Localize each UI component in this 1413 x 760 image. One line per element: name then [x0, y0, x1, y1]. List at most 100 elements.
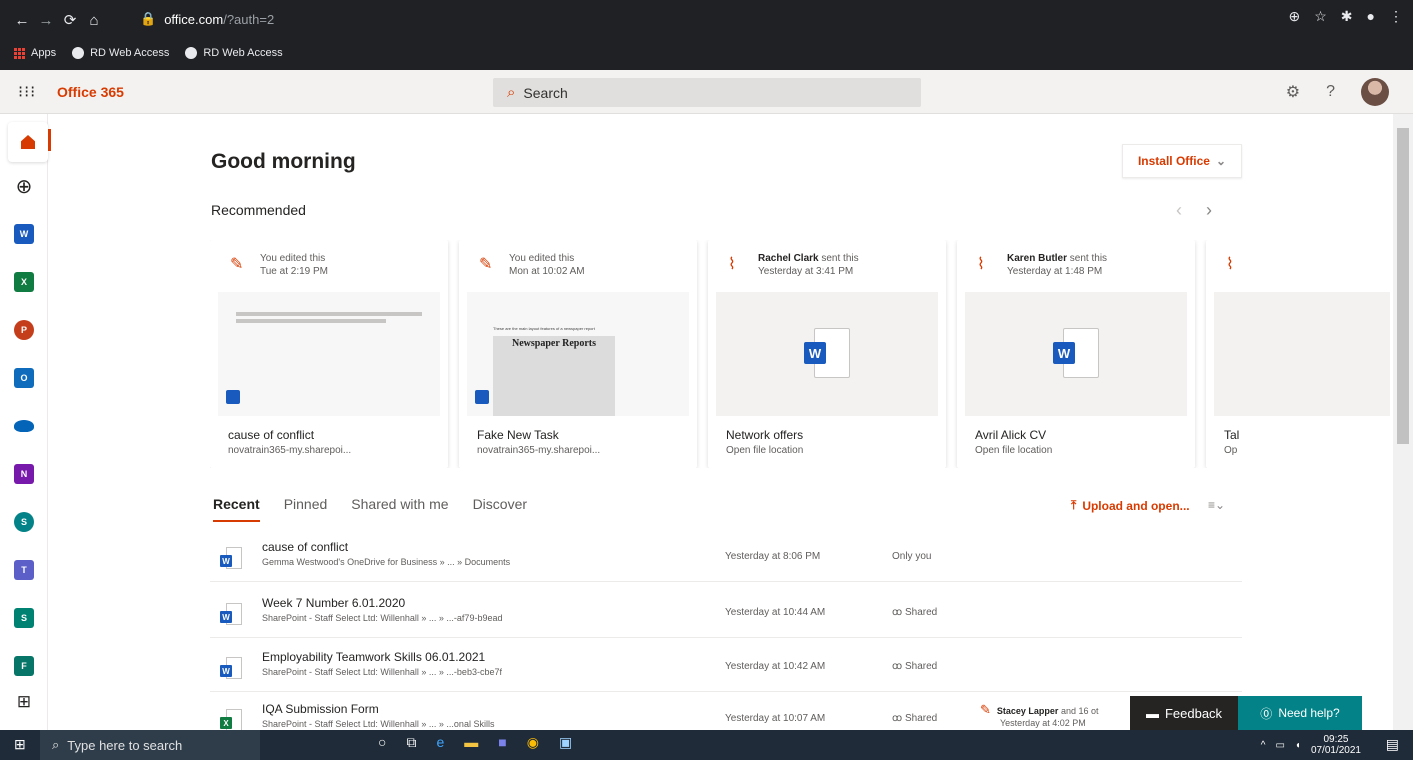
feedback-button[interactable]: ▬ Feedback	[1130, 696, 1238, 730]
card-actor: Karen Butler	[1007, 253, 1068, 264]
pencil-icon: ✎	[980, 702, 991, 717]
powerpoint-app-icon[interactable]: P	[10, 316, 38, 344]
tab-recent[interactable]: Recent	[213, 496, 260, 522]
network-icon[interactable]: ▭	[1275, 740, 1284, 751]
recommended-card[interactable]: ⌇ Karen Butler sent this Yesterday at 1:4…	[957, 240, 1195, 468]
card-when: Yesterday at 1:48 PM	[1007, 266, 1103, 277]
need-help-button[interactable]: ⓪ Need help?	[1238, 696, 1362, 730]
reload-icon[interactable]: ⟳	[58, 11, 82, 29]
word-icon	[226, 390, 240, 404]
sharepoint-app-icon[interactable]: S	[10, 508, 38, 536]
back-icon[interactable]: ←	[10, 12, 34, 29]
word-icon	[475, 390, 489, 404]
outlook-app-icon[interactable]: O	[10, 364, 38, 392]
card-title: Tal	[1224, 428, 1240, 442]
table-row[interactable]: W Week 7 Number 6.01.2020 SharePoint - S…	[210, 590, 1242, 638]
remote-desktop-icon[interactable]: ▣	[559, 734, 572, 751]
chevron-right-icon[interactable]: ›	[1206, 200, 1212, 221]
table-row[interactable]: W Employability Teamwork Skills 06.01.20…	[210, 644, 1242, 692]
forms-app-icon[interactable]: F	[10, 652, 38, 680]
shared-people-icon: ꝏ	[892, 713, 903, 724]
excel-app-icon[interactable]: X	[10, 268, 38, 296]
url-path: /?auth=2	[223, 11, 275, 27]
brand-title[interactable]: Office 365	[57, 84, 124, 100]
chrome-icon[interactable]: ◉	[527, 734, 539, 751]
volume-icon[interactable]: ◖	[1295, 740, 1301, 751]
search-input[interactable]: ⌕ Search	[493, 78, 921, 107]
recommended-card[interactable]: ✎ You edited this Mon at 10:02 AM These a…	[459, 240, 697, 468]
taskbar-search-input[interactable]: ⌕ Type here to search	[40, 730, 260, 760]
recommended-card[interactable]: ✎ You edited this Tue at 2:19 PM cause of…	[210, 240, 448, 468]
upload-and-open-button[interactable]: ⤒ Upload and open...	[1071, 498, 1190, 513]
install-office-button[interactable]: Install Office ⌄	[1122, 144, 1242, 178]
file-name: IQA Submission Form	[262, 702, 379, 716]
file-explorer-icon[interactable]: ▬	[464, 734, 478, 751]
menu-icon[interactable]: ⋮	[1389, 8, 1403, 25]
clock[interactable]: 09:25 07/01/2021	[1311, 734, 1361, 756]
app-launcher-icon[interactable]: ⁝⁝⁝	[18, 82, 36, 102]
card-when: Yesterday at 3:41 PM	[758, 266, 854, 277]
rail-home[interactable]	[8, 122, 48, 162]
scrollbar-thumb[interactable]	[1397, 128, 1409, 444]
file-path: SharePoint - Staff Select Ltd: Willenhal…	[262, 719, 495, 729]
scrollbar[interactable]	[1393, 114, 1413, 730]
recommended-card[interactable]: ⌇ Rachel Clark sent this Yesterday at 3:4…	[708, 240, 946, 468]
teams-icon[interactable]: ■	[498, 734, 506, 751]
help-icon[interactable]: ?	[1326, 83, 1335, 101]
word-file-icon: W	[804, 328, 850, 380]
card-action: You edited this	[509, 253, 575, 264]
table-row[interactable]: X IQA Submission Form SharePoint - Staff…	[210, 696, 1242, 730]
home-icon[interactable]: ⌂	[82, 12, 106, 29]
table-row[interactable]: W cause of conflict Gemma Westwood's One…	[210, 534, 1242, 582]
clock-time: 09:25	[1323, 734, 1349, 745]
word-app-icon[interactable]: W	[10, 220, 38, 248]
file-sharing: ꝏ Shared	[892, 661, 937, 672]
tab-shared-with-me[interactable]: Shared with me	[351, 496, 448, 512]
bookmark-star-icon[interactable]: ☆	[1314, 8, 1327, 25]
bookmark-label: RD Web Access	[90, 47, 170, 59]
word-file-icon: W	[220, 547, 242, 571]
bookmark-apps[interactable]: Apps	[14, 47, 56, 59]
search-icon: ⌕	[52, 737, 60, 752]
onedrive-app-icon[interactable]	[10, 412, 38, 440]
all-apps-icon[interactable]: ⊞	[10, 688, 38, 716]
bookmark-rd-web-access-2[interactable]: RD Web Access	[185, 47, 283, 59]
windows-start-icon[interactable]: ⊞	[14, 736, 26, 753]
chevron-left-icon[interactable]: ‹	[1176, 200, 1182, 221]
create-icon[interactable]: ⊕	[10, 172, 38, 200]
sway-app-icon[interactable]: S	[10, 604, 38, 632]
chevron-up-icon[interactable]: ^	[1261, 740, 1266, 751]
cortana-icon[interactable]: ○	[378, 734, 386, 751]
task-view-icon[interactable]: ⧉	[406, 734, 416, 751]
attachment-icon: ⌇	[977, 256, 985, 273]
card-title: Fake New Task	[477, 428, 559, 442]
system-tray: ^ ▭ ◖ 09:25 07/01/2021	[1261, 734, 1361, 756]
extension-icon[interactable]: ⊕	[1289, 8, 1301, 25]
url-host: office.com	[164, 11, 224, 27]
settings-gear-icon[interactable]: ⚙	[1286, 82, 1300, 102]
card-location: novatrain365-my.sharepoi...	[228, 445, 352, 456]
tab-discover[interactable]: Discover	[473, 496, 527, 512]
edge-icon[interactable]: e	[436, 734, 444, 751]
notifications-icon[interactable]: ▤	[1386, 736, 1399, 753]
bookmark-rd-web-access[interactable]: RD Web Access	[72, 47, 169, 59]
card-location: Open file location	[975, 445, 1053, 456]
recommended-card[interactable]: ⌇ Tal Op	[1206, 240, 1390, 468]
card-thumbnail	[218, 292, 440, 416]
help-circle-icon: ⓪	[1260, 706, 1273, 721]
chat-icon: ▬	[1145, 705, 1159, 721]
card-meta: Rachel Clark sent this Yesterday at 3:41 …	[758, 252, 859, 278]
card-meta: You edited this Tue at 2:19 PM	[260, 252, 328, 278]
address-bar[interactable]: 🔒 office.com/?auth=2	[140, 6, 274, 32]
puzzle-icon[interactable]: ✱	[1341, 8, 1353, 25]
avatar[interactable]	[1361, 78, 1389, 106]
tab-pinned[interactable]: Pinned	[284, 496, 328, 512]
forward-icon[interactable]: →	[34, 12, 58, 29]
onenote-app-icon[interactable]: N	[10, 460, 38, 488]
teams-app-icon[interactable]: T	[10, 556, 38, 584]
filter-list-icon[interactable]: ≡⌄	[1208, 498, 1225, 512]
browser-actions: ⊕ ☆ ✱ ● ⋮	[1289, 8, 1404, 25]
main-content: Good morning Install Office ⌄ Recommende…	[48, 114, 1393, 730]
profile-icon[interactable]: ●	[1367, 8, 1375, 25]
header-actions: ⚙ ?	[1286, 78, 1389, 106]
